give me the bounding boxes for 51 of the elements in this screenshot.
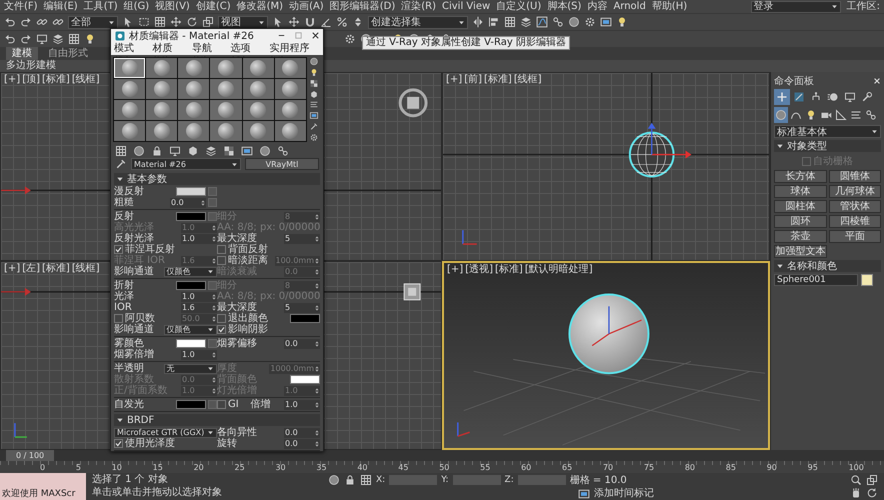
prompt-text: 单击或单击并拖动以选择对象 <box>92 487 223 500</box>
frame-number: 70 <box>602 463 614 473</box>
window-title: 材质编辑器 - Material #26 <box>129 30 255 42</box>
parameter-label: 粗糙 <box>114 197 135 208</box>
frame-number: 65 <box>562 463 572 473</box>
frame-number: 55 <box>480 463 490 473</box>
parameter-label: 雾颜色 <box>114 338 144 349</box>
parameter-label: 折射 <box>114 280 135 291</box>
frame-number: 20 <box>194 463 204 473</box>
listener-text: 欢迎使用 MAXScr <box>1 488 76 500</box>
parameter-label: 半透明 <box>114 363 144 374</box>
frame-number: 15 <box>152 463 163 473</box>
frame-number: 10 <box>112 463 122 473</box>
parameter-label: 光泽 <box>114 291 135 302</box>
frame-number: 75 <box>644 463 654 473</box>
frame-number: 50 <box>439 463 450 473</box>
frame-number: 40 <box>357 463 368 473</box>
grid-size-text: 栅格 = 10.0 <box>570 474 627 488</box>
parameter-label: 反射 <box>114 211 134 222</box>
parameter-label: 漫反射 <box>114 186 145 197</box>
parameter-label: 烟雾倍增 <box>114 349 155 360</box>
parameter-label: IOR <box>114 302 133 313</box>
parameter-label: 最大深度 <box>217 302 257 313</box>
frame-number: 30 <box>275 463 286 473</box>
tooltip: 通过 V-Ray 对象属性创建 V-Ray 阴影编辑器 <box>362 36 570 50</box>
workspace-label: 工作区: <box>846 0 880 13</box>
parameter-label: 自发光 <box>114 399 145 410</box>
frame-number: 80 <box>684 463 695 473</box>
frame-number: 0 <box>40 463 46 473</box>
frame-number: 100 <box>848 463 864 473</box>
parameter-label: 各向异性 <box>217 427 258 438</box>
frame-number: 60 <box>521 463 532 473</box>
frame-number: 45 <box>398 463 408 473</box>
frame-number: 35 <box>316 463 327 473</box>
frame-number: 90 <box>766 463 777 473</box>
parameter-label: 影响通道 <box>114 324 155 335</box>
selection-status: 选择了 1 个 对象 <box>92 474 169 486</box>
frame-number: 5 <box>76 463 81 473</box>
frame-number: 85 <box>726 463 736 473</box>
parameter-label: 烟雾偏移 <box>217 338 258 349</box>
parameter-label: 影响通道 <box>114 266 155 277</box>
coordinate-label: X: <box>376 475 386 486</box>
parameter-label: 最大深度 <box>217 233 258 244</box>
parameter-label: 旋转 <box>217 438 238 449</box>
coordinate-label: Y: <box>441 475 449 486</box>
frame-number: 25 <box>234 463 245 473</box>
parameter-label: 倍增 <box>250 399 272 410</box>
panel-title: 命令面板 <box>774 74 814 88</box>
frame-number: 95 <box>808 463 818 473</box>
parameter-label: 反射光泽 <box>114 233 155 244</box>
coordinate-label: Z: <box>504 475 514 486</box>
